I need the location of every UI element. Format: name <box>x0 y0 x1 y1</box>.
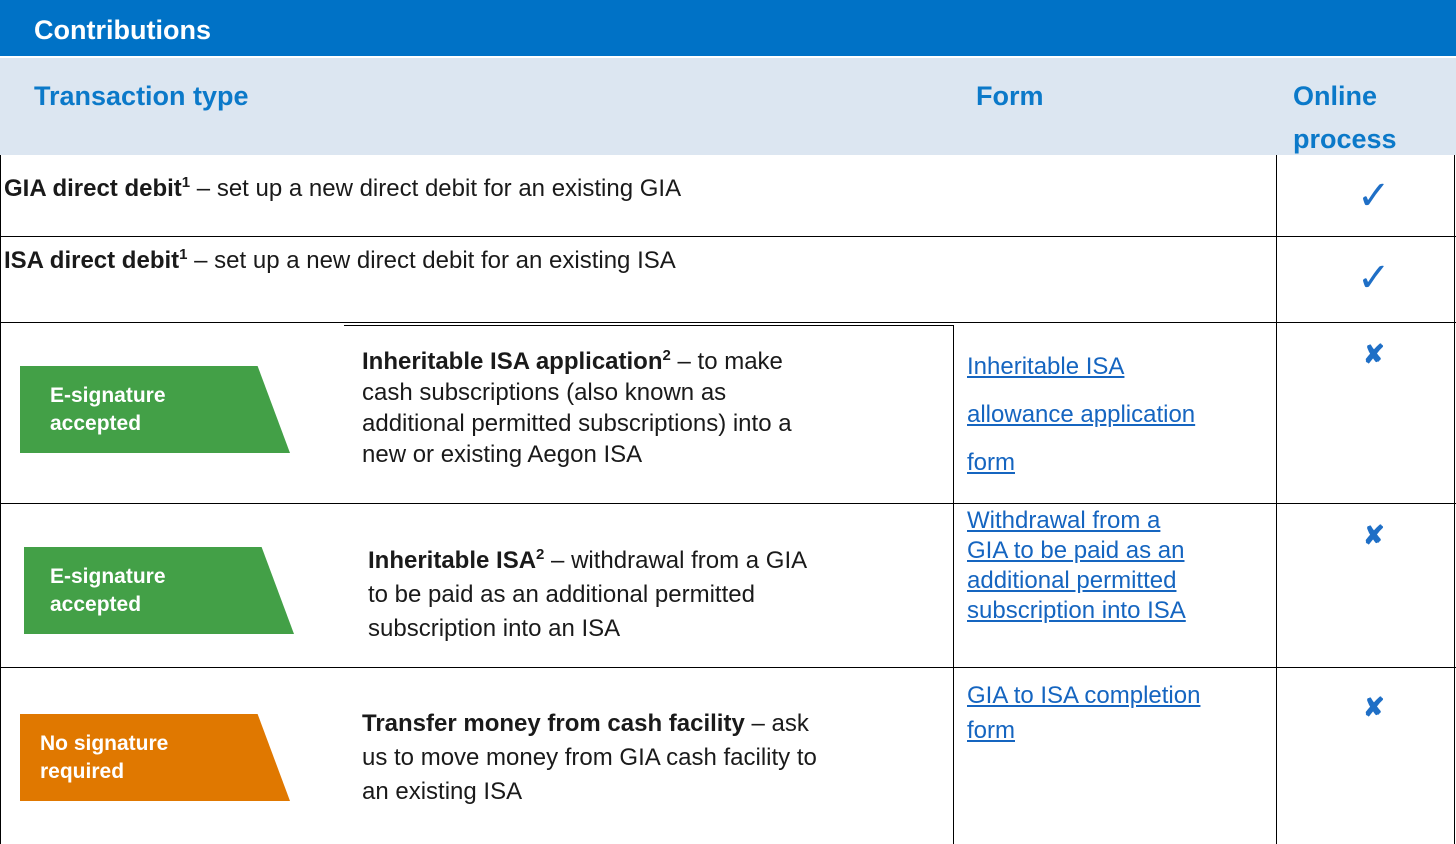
tick-icon: ✓ <box>1357 174 1391 218</box>
column-divider-form <box>953 325 954 844</box>
no-signature-required-badge: No signature required <box>20 714 290 801</box>
e-signature-accepted-badge: E-signature accepted <box>20 366 290 453</box>
cross-icon: ✘ <box>1363 692 1385 722</box>
row-divider-4 <box>0 667 1456 668</box>
tick-icon: ✓ <box>1357 256 1391 300</box>
header-online-process-line1: Online <box>1293 81 1378 111</box>
table-border-left <box>0 155 1 844</box>
cross-icon: ✘ <box>1363 520 1385 550</box>
column-divider-online <box>1276 155 1277 844</box>
row-divider-2 <box>0 322 1456 323</box>
row-divider-2b <box>344 325 953 326</box>
row-inheritable-isa-application: Inheritable ISA application2 – to make c… <box>362 347 792 468</box>
row-divider-1 <box>0 236 1456 237</box>
table-border-right <box>1454 155 1455 844</box>
cross-icon: ✘ <box>1363 339 1385 369</box>
row-divider-3 <box>0 503 1456 504</box>
row-inheritable-isa-withdrawal: Inheritable ISA2 – withdrawal from a GIA… <box>368 546 808 642</box>
table-title-bar: Contributions <box>0 0 1456 58</box>
gia-to-isa-completion-form-link[interactable]: GIA to ISA completion form <box>967 678 1200 748</box>
header-transaction-type: Transaction type <box>34 81 249 111</box>
row-transfer-money-cash-facility: Transfer money from cash facility – ask … <box>362 710 817 805</box>
table-header-row: Transaction type Form Online process <box>0 58 1456 155</box>
row-gia-direct-debit: GIA direct debit1 – set up a new direct … <box>4 174 682 202</box>
inheritable-isa-allowance-form-link[interactable]: Inheritable ISA allowance application fo… <box>967 343 1195 487</box>
header-form: Form <box>976 81 1044 111</box>
table-title: Contributions <box>34 15 211 45</box>
row-isa-direct-debit: ISA direct debit1 – set up a new direct … <box>4 246 676 274</box>
header-online-process-line2: process <box>1293 124 1397 154</box>
withdrawal-gia-form-link[interactable]: Withdrawal from a GIA to be paid as an a… <box>967 506 1186 626</box>
e-signature-accepted-badge: E-signature accepted <box>24 547 294 634</box>
